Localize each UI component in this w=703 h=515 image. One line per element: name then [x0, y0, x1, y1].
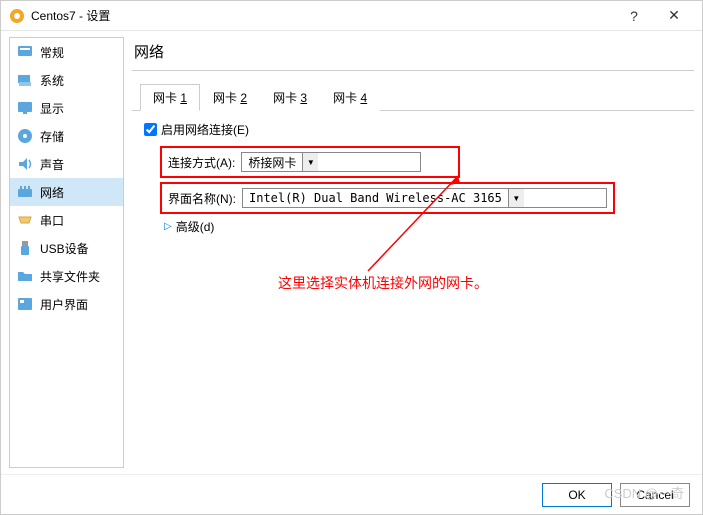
usb-icon	[16, 239, 34, 257]
advanced-toggle[interactable]: ▷ 高级(d)	[164, 218, 690, 235]
enable-network-label: 启用网络连接(E)	[161, 121, 249, 138]
ok-button[interactable]: OK	[542, 483, 612, 507]
sidebar-item-label: 串口	[40, 212, 64, 229]
help-button[interactable]: ?	[614, 8, 654, 24]
sidebar-item-label: 声音	[40, 156, 64, 173]
iface-name-value: Intel(R) Dual Band Wireless-AC 3165	[243, 191, 508, 205]
serial-icon	[16, 211, 34, 229]
tab-row: 网卡 1 网卡 2 网卡 3 网卡 4	[132, 83, 694, 111]
audio-icon	[16, 155, 34, 173]
sidebar-item-shared[interactable]: 共享文件夹	[10, 262, 123, 290]
chevron-down-icon: ▼	[508, 189, 524, 207]
storage-icon	[16, 127, 34, 145]
sidebar-item-storage[interactable]: 存储	[10, 122, 123, 150]
sidebar-item-audio[interactable]: 声音	[10, 150, 123, 178]
close-button[interactable]: ✕	[654, 7, 694, 24]
annotation-text: 这里选择实体机连接外网的网卡。	[278, 273, 488, 293]
chevron-down-icon: ▼	[302, 153, 318, 171]
triangle-right-icon: ▷	[164, 221, 172, 232]
iface-name-combo[interactable]: Intel(R) Dual Band Wireless-AC 3165 ▼	[242, 188, 607, 208]
sidebar-item-label: USB设备	[40, 240, 89, 257]
connect-label: 连接方式(A):	[168, 154, 235, 171]
sidebar-item-ui[interactable]: 用户界面	[10, 290, 123, 318]
enable-row: 启用网络连接(E)	[144, 121, 690, 138]
folder-icon	[16, 267, 34, 285]
network-icon	[16, 183, 34, 201]
sidebar-item-label: 网络	[40, 184, 64, 201]
sidebar-item-display[interactable]: 显示	[10, 94, 123, 122]
titlebar: Centos7 - 设置 ? ✕	[1, 1, 702, 31]
tab-adapter-2[interactable]: 网卡 2	[200, 84, 260, 111]
ui-icon	[16, 295, 34, 313]
highlight-box-iface: 界面名称(N): Intel(R) Dual Band Wireless-AC …	[160, 182, 615, 214]
tab-adapter-4[interactable]: 网卡 4	[320, 84, 380, 111]
cancel-button[interactable]: Cancel	[620, 483, 690, 507]
sidebar-item-network[interactable]: 网络	[10, 178, 123, 206]
tab-adapter-3[interactable]: 网卡 3	[260, 84, 320, 111]
sidebar-item-label: 存储	[40, 128, 64, 145]
page-title: 网络	[132, 37, 694, 71]
sidebar-item-system[interactable]: 系统	[10, 66, 123, 94]
advanced-label: 高级(d)	[176, 218, 215, 235]
sidebar-item-label: 用户界面	[40, 296, 88, 313]
display-icon	[16, 99, 34, 117]
enable-network-checkbox[interactable]	[144, 123, 157, 136]
sidebar-item-usb[interactable]: USB设备	[10, 234, 123, 262]
sidebar-item-serial[interactable]: 串口	[10, 206, 123, 234]
iface-label: 界面名称(N):	[168, 190, 236, 207]
gear-icon	[9, 8, 25, 24]
system-icon	[16, 71, 34, 89]
sidebar-item-label: 系统	[40, 72, 64, 89]
sidebar-item-label: 显示	[40, 100, 64, 117]
sidebar: 常规 系统 显示 存储 声音 网络 串口 USB设备	[9, 37, 124, 468]
connect-type-combo[interactable]: 桥接网卡 ▼	[241, 152, 421, 172]
sidebar-item-label: 共享文件夹	[40, 268, 100, 285]
window-title: Centos7 - 设置	[31, 7, 614, 24]
content-area: 常规 系统 显示 存储 声音 网络 串口 USB设备	[1, 31, 702, 474]
general-icon	[16, 43, 34, 61]
sidebar-item-label: 常规	[40, 44, 64, 61]
tab-adapter-1[interactable]: 网卡 1	[140, 84, 200, 111]
footer: OK Cancel	[1, 474, 702, 514]
adapter-panel: 启用网络连接(E) 连接方式(A): 桥接网卡 ▼ 界面名称(N): Intel…	[132, 111, 694, 239]
sidebar-item-general[interactable]: 常规	[10, 38, 123, 66]
main-panel: 网络 网卡 1 网卡 2 网卡 3 网卡 4 启用网络连接(E) 连接方式(A)…	[128, 31, 702, 474]
connect-type-value: 桥接网卡	[242, 154, 302, 171]
highlight-box-connect: 连接方式(A): 桥接网卡 ▼	[160, 146, 460, 178]
